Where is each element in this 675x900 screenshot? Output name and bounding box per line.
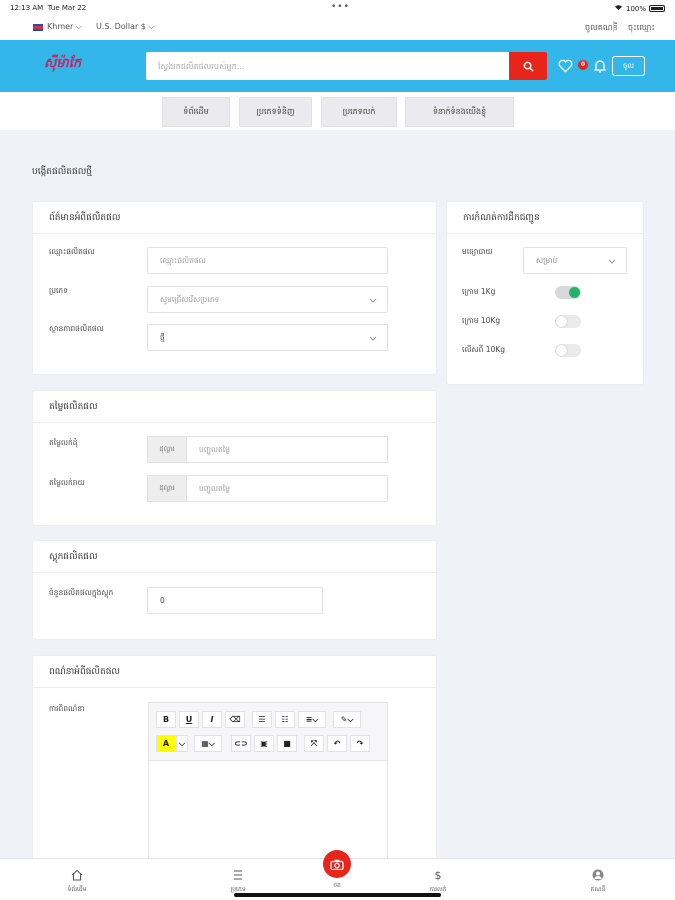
camera-icon — [330, 859, 344, 870]
nav-contact[interactable]: ទំនាក់ទំនងយើងខ្ញុំ — [405, 97, 514, 127]
rich-text-editor: B U I ⌫ ☰ ☷ ≡⌵ ✎⌵ A ⌵ ▦⌵ ⊂⊃ ▣ ■ ⤧ ↶ ↷ — [148, 702, 388, 862]
tab-label: ការលក់ — [429, 886, 447, 893]
card-title: ពណ៌នាអំពីផលិតផល — [33, 656, 436, 688]
battery-percent: 100% — [625, 4, 646, 13]
tab-home[interactable]: ទំព័រដើម — [47, 869, 107, 894]
category-select-value: សូមជ្រើសរើសប្រភេទ — [160, 295, 220, 304]
heart-icon[interactable] — [558, 58, 573, 77]
condition-select-value: ថ្មី — [160, 333, 165, 342]
condition-select[interactable]: ថ្មី — [147, 324, 388, 351]
list-icon — [208, 869, 268, 883]
shipping-option-label: ក្រោម 1Kg — [462, 287, 496, 296]
stock-quantity-label: ចំនួនផលិតផលក្នុងស្តុក — [49, 588, 114, 597]
nav-home[interactable]: ទំព័រដើម — [162, 97, 230, 127]
tab-account[interactable]: គណនី — [568, 869, 628, 894]
site-header: ស៊ីម៉ាកែ ស្វែងរកផលិតផលរបស់អ្នក... 0 ចូល — [0, 40, 675, 92]
magic-wand-icon[interactable]: ✎⌵ — [333, 711, 361, 728]
wishlist-count-badge: 0 — [578, 60, 588, 70]
chevron-down-icon — [608, 257, 616, 266]
retail-price-label: តម្លៃលក់រាយ — [49, 478, 85, 487]
nav-categories[interactable]: ប្រភេទទំនិញ — [239, 97, 312, 127]
camera-button[interactable] — [323, 850, 351, 878]
shipping-method-label: មធ្យោបាយ — [462, 247, 493, 256]
tab-label: គណនី — [590, 886, 606, 893]
card-title: តម្លៃផលិតផល — [33, 391, 436, 423]
align-dropdown-icon[interactable]: ≡⌵ — [298, 711, 326, 728]
shipping-method-select[interactable]: សម្រាប់ — [523, 247, 627, 274]
editor-toolbar: B U I ⌫ ☰ ☷ ≡⌵ ✎⌵ A ⌵ ▦⌵ ⊂⊃ ▣ ■ ⤧ ↶ ↷ — [149, 703, 387, 761]
wholesale-price-input[interactable]: បញ្ចូលតម្លៃ — [186, 436, 388, 463]
tab-sales[interactable]: $ ការលក់ — [408, 869, 468, 894]
home-icon — [47, 869, 107, 883]
product-name-input[interactable]: ឈ្មោះផលិតផល — [147, 247, 388, 274]
dollar-icon: $ — [434, 869, 442, 882]
image-icon[interactable]: ▣ — [254, 735, 274, 752]
battery-icon — [649, 5, 665, 12]
shipping-option-label: ក្រោម 10Kg — [462, 316, 501, 325]
chevron-down-icon[interactable]: ⌵ — [176, 735, 188, 752]
search-input[interactable]: ស្វែងរកផលិតផលរបស់អ្នក... — [146, 52, 510, 80]
search-button[interactable] — [509, 52, 547, 80]
video-icon[interactable]: ■ — [277, 735, 297, 752]
description-label: ការពិពណ៌នា — [49, 704, 85, 713]
card-title: ស្តុកផលិតផល — [33, 541, 436, 573]
shipping-under-1kg-toggle[interactable] — [555, 286, 581, 299]
shipping-over-10kg-toggle[interactable] — [555, 344, 581, 357]
chevron-down-icon — [369, 334, 377, 343]
currency-addon: ដុល្លារ — [147, 475, 187, 502]
page-title: បង្កើតផលិតផលថ្មី — [32, 167, 92, 177]
tab-categories[interactable]: ប្រភេទ — [208, 869, 268, 894]
chevron-down-icon — [369, 296, 377, 305]
util-signup-link[interactable]: ចុះឈ្មោះ — [628, 22, 655, 34]
product-name-label: ឈ្មោះផលិតផល — [49, 247, 95, 256]
bold-button[interactable]: B — [156, 711, 176, 728]
cambodia-flag-icon — [33, 24, 43, 31]
divider — [613, 21, 614, 32]
card-title: ព័ត៌មានអំពីផលិតផល — [33, 202, 436, 234]
bullet-list-icon[interactable]: ☰ — [252, 711, 272, 728]
status-time: 12:13 AM Tue Mar 22 — [10, 4, 87, 12]
nav-sales-type[interactable]: ប្រភេទលក់ — [321, 97, 397, 127]
link-icon[interactable]: ⊂⊃ — [231, 735, 251, 752]
undo-icon[interactable]: ↶ — [327, 735, 347, 752]
table-icon[interactable]: ▦⌵ — [194, 735, 222, 752]
header-login-button[interactable]: ចូល — [612, 56, 645, 76]
tab-label: ប្រភេទ — [230, 886, 246, 893]
highlight-color-icon[interactable]: A — [156, 735, 176, 752]
shipping-under-10kg-toggle[interactable] — [555, 315, 581, 328]
search-icon — [523, 61, 534, 72]
currency-select[interactable]: U.S. Dollar $ ⌵ — [96, 22, 155, 32]
tab-label: ទំព័រដើម — [67, 886, 87, 893]
bell-icon[interactable] — [593, 58, 607, 77]
shipping-method-value: សម្រាប់ — [536, 256, 558, 265]
fullscreen-icon[interactable]: ⤧ — [304, 735, 324, 752]
status-bar: 12:13 AM Tue Mar 22 ••• 100% — [0, 0, 675, 16]
stock-quantity-input[interactable]: 0 — [147, 587, 323, 614]
italic-button[interactable]: I — [202, 711, 222, 728]
shipping-option-label: លើសពី 10Kg — [462, 345, 506, 354]
category-label: ប្រភេទ — [49, 286, 68, 295]
site-logo[interactable]: ស៊ីម៉ាកែ — [44, 55, 118, 75]
status-right: 100% — [614, 4, 665, 13]
tab-camera-label: ថត — [333, 882, 341, 889]
currency-addon: ដុល្លារ — [147, 436, 187, 463]
logo-text: ស៊ីម៉ាកែ — [44, 56, 82, 71]
underline-button[interactable]: U — [179, 711, 199, 728]
wholesale-price-label: តម្លៃលក់ដុំ — [49, 438, 78, 447]
user-icon — [568, 869, 628, 883]
eraser-icon[interactable]: ⌫ — [225, 711, 245, 728]
utility-bar: Khmer ⌵ U.S. Dollar $ ⌵ ចូលគណនី ចុះឈ្មោះ — [0, 16, 675, 40]
language-select[interactable]: Khmer ⌵ — [47, 22, 82, 32]
retail-price-input[interactable]: បញ្ចូលតម្លៃ — [186, 475, 388, 502]
condition-label: ស្ថានភាពផលិតផល — [49, 324, 104, 333]
redo-icon[interactable]: ↷ — [350, 735, 370, 752]
wifi-icon — [614, 4, 623, 13]
category-select[interactable]: សូមជ្រើសរើសប្រភេទ — [147, 286, 388, 313]
main-nav: ទំព័រដើម ប្រភេទទំនិញ ប្រភេទលក់ ទំនាក់ទំន… — [0, 92, 675, 130]
multitask-dots: ••• — [331, 2, 350, 12]
home-indicator — [234, 893, 441, 897]
numbered-list-icon[interactable]: ☷ — [275, 711, 295, 728]
card-title: ការកំណត់ការដឹកជញ្ជូន — [447, 202, 643, 234]
